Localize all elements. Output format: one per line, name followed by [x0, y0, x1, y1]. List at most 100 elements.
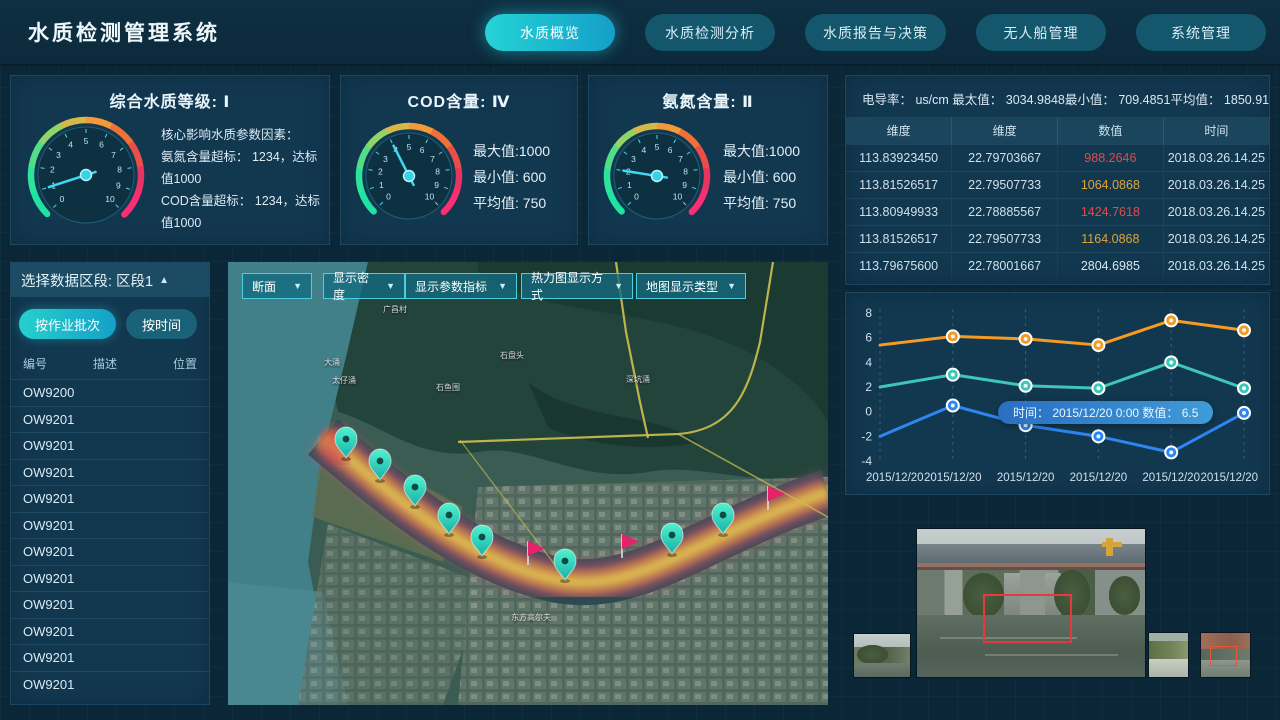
col-desc: 描述: [93, 355, 163, 372]
table-row: 113.8152651722.795077331064.08682018.03.…: [846, 171, 1269, 198]
list-item-OW9201[interactable]: OW9201: [11, 512, 209, 539]
cell-value: 1164.0868: [1058, 225, 1164, 252]
map-dropdown-1[interactable]: 显示密度▼: [323, 273, 405, 299]
svg-text:2015/12/20: 2015/12/20: [866, 472, 924, 484]
svg-text:3: 3: [56, 150, 61, 160]
list-item-OW9201[interactable]: OW9201: [11, 432, 209, 459]
cell-longitude: 113.81526517: [846, 171, 952, 198]
map-dropdown-0[interactable]: 断面 ▼: [242, 273, 312, 299]
svg-text:4: 4: [641, 145, 646, 155]
dropdown-label: 断面: [252, 278, 276, 295]
col-pos: 位置: [163, 355, 197, 372]
data-section-selector[interactable]: 选择数据区段: 区段1 ▲: [11, 263, 209, 297]
table-row: 113.8152651722.795077331164.08682018.03.…: [846, 225, 1269, 252]
map-dropdown-3[interactable]: 热力图显示方式▼: [521, 273, 633, 299]
svg-text:2015/12/20: 2015/12/20: [924, 472, 982, 484]
sidebar-filter-1[interactable]: 按时间: [126, 309, 197, 339]
svg-text:6: 6: [99, 140, 104, 150]
list-item-OW9201[interactable]: OW9201: [11, 485, 209, 512]
list-item-OW9201[interactable]: OW9201: [11, 591, 209, 618]
photo-gallery: [845, 500, 1270, 710]
panel-title-cod: COD含量: Ⅳ: [341, 76, 577, 112]
map-dropdown-4[interactable]: 地图显示类型▼: [636, 273, 746, 299]
stat-label: 平均值:: [723, 195, 769, 211]
chart-tooltip: 时间： 2015/12/20 0:00 数值： 6.5: [998, 401, 1213, 424]
gauge-cod-stats: 最大值:1000 最小值: 600 平均值: 750: [473, 138, 550, 216]
svg-text:6: 6: [668, 145, 673, 155]
svg-text:2015/12/20: 2015/12/20: [1070, 472, 1128, 484]
stat-value: 600: [523, 169, 546, 185]
list-item-OW9201[interactable]: OW9201: [11, 671, 209, 698]
sidebar-list: OW9200OW9201OW9201OW9201OW9201OW9201OW92…: [11, 379, 209, 697]
col-id: 编号: [23, 355, 93, 372]
photo-thumb-3[interactable]: [1200, 632, 1251, 678]
nav-bar: 水质概览水质检测分析水质报告与决策无人船管理系统管理: [485, 14, 1266, 51]
list-item-OW9201[interactable]: OW9201: [11, 618, 209, 645]
svg-text:8: 8: [683, 166, 688, 176]
svg-text:-2: -2: [861, 429, 872, 443]
svg-text:2: 2: [50, 165, 55, 175]
panel-ammonia: 氨氮含量: Ⅱ 012345678910 最大值:1000 最小值: 600 平…: [588, 75, 828, 245]
chevron-down-icon: ▼: [727, 281, 736, 291]
svg-text:3: 3: [383, 154, 388, 164]
svg-text:2015/12/20: 2015/12/20: [997, 472, 1055, 484]
stat-label: 平均值:: [473, 195, 519, 211]
cell-longitude: 113.81526517: [846, 225, 952, 252]
svg-text:-4: -4: [861, 454, 872, 468]
map-dropdown-2[interactable]: 显示参数指标▼: [405, 273, 517, 299]
list-item-OW9201[interactable]: OW9201: [11, 644, 209, 671]
photo-main[interactable]: [916, 528, 1146, 678]
cell-value: 1064.0868: [1058, 171, 1164, 198]
nav-tab-0[interactable]: 水质概览: [485, 14, 615, 51]
svg-text:6: 6: [865, 331, 872, 345]
svg-text:3: 3: [631, 154, 636, 164]
chevron-down-icon: ▼: [293, 281, 302, 291]
svg-text:5: 5: [407, 142, 412, 152]
svg-text:2015/12/20: 2015/12/20: [1142, 472, 1200, 484]
photo-annotation-box: [983, 594, 1072, 643]
photo-thumb-2[interactable]: [1148, 632, 1189, 678]
stat-label: 最大值:: [473, 143, 519, 159]
cell-latitude: 22.78885567: [952, 198, 1058, 225]
dropdown-label: 显示密度: [333, 269, 378, 303]
cell-longitude: 113.80949933: [846, 198, 952, 225]
list-item-OW9201[interactable]: OW9201: [11, 565, 209, 592]
conductivity-table: 维度维度数值时间 113.8392345022.79703667988.2646…: [846, 117, 1269, 279]
cell-time: 2018.03.26.14.25: [1163, 198, 1269, 225]
stat-label: 最大值:: [723, 143, 769, 159]
map-viewport[interactable]: 广昌村石盘头大涌太仔涌石鱼围深坑涌东方高尔夫 断面▼显示密度▼显示参数指标▼热力…: [228, 262, 828, 705]
svg-text:2: 2: [378, 166, 383, 176]
nav-tab-4[interactable]: 系统管理: [1136, 14, 1266, 51]
svg-text:2: 2: [865, 380, 872, 394]
dropdown-label: 显示参数指标: [415, 278, 487, 295]
sidebar-filter-buttons: 按作业批次按时间: [11, 297, 209, 349]
cell-value: 1424.7618: [1058, 198, 1164, 225]
svg-text:10: 10: [673, 192, 683, 202]
satellite-map: [228, 262, 828, 705]
nav-tab-3[interactable]: 无人船管理: [976, 14, 1106, 51]
svg-text:8: 8: [117, 165, 122, 175]
table-row: 113.8392345022.79703667988.26462018.03.2…: [846, 144, 1269, 171]
sidebar-filter-0[interactable]: 按作业批次: [19, 309, 116, 339]
cell-time: 2018.03.26.14.25: [1163, 144, 1269, 171]
list-item-OW9201[interactable]: OW9201: [11, 459, 209, 486]
panel-trend-chart: 86420-2-42015/12/202015/12/202015/12/202…: [845, 292, 1270, 495]
data-section-label: 选择数据区段: 区段1: [21, 270, 153, 291]
cell-time: 2018.03.26.14.25: [1163, 225, 1269, 252]
svg-text:10: 10: [105, 194, 115, 204]
cell-longitude: 113.83923450: [846, 144, 952, 171]
dropdown-label: 热力图显示方式: [531, 269, 606, 303]
svg-text:0: 0: [60, 194, 65, 204]
list-item-OW9200[interactable]: OW9200: [11, 379, 209, 406]
list-item-OW9201[interactable]: OW9201: [11, 406, 209, 433]
cell-value: 2804.6985: [1058, 252, 1164, 279]
photo-thumb-1[interactable]: [853, 633, 911, 678]
nav-tab-1[interactable]: 水质检测分析: [645, 14, 775, 51]
stat-value: 600: [773, 169, 796, 185]
svg-text:8: 8: [865, 306, 872, 320]
svg-text:1: 1: [627, 180, 632, 190]
table-col-header: 时间: [1163, 117, 1269, 144]
nav-tab-2[interactable]: 水质报告与决策: [805, 14, 946, 51]
dashboard: 水质检测管理系统 水质概览水质检测分析水质报告与决策无人船管理系统管理 综合水质…: [0, 0, 1280, 720]
list-item-OW9201[interactable]: OW9201: [11, 538, 209, 565]
